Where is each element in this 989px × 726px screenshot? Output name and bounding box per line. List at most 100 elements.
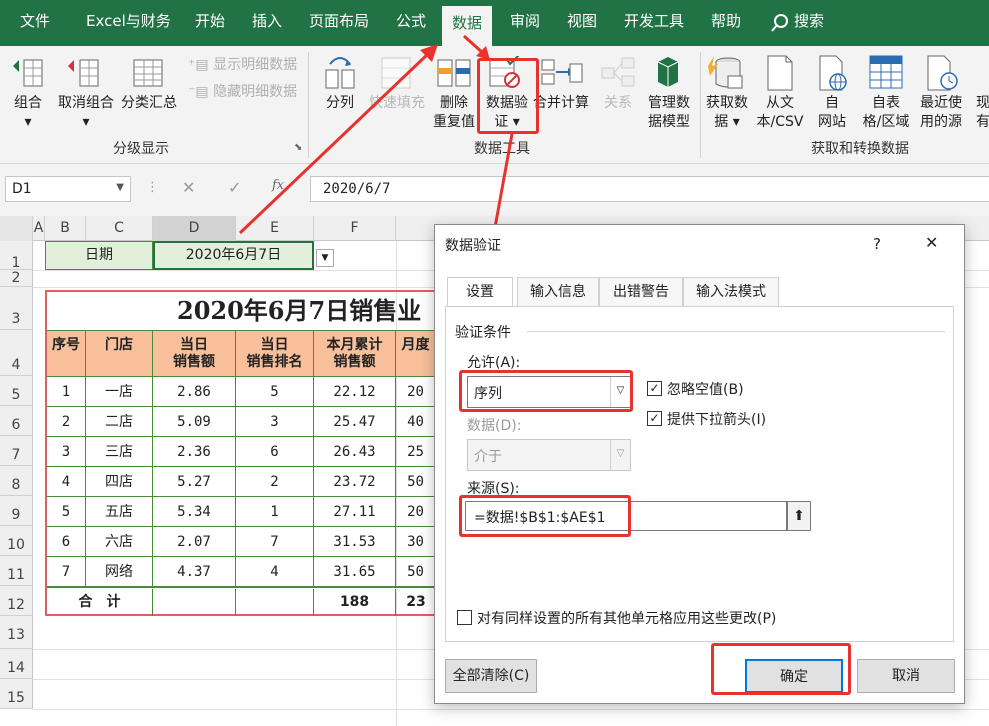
table-cell[interactable]: 25 [396, 436, 436, 466]
column-header-f[interactable]: F [314, 216, 396, 241]
header-cell[interactable]: 月度 [396, 330, 436, 376]
row-header[interactable]: 9 [0, 496, 33, 526]
tab-file[interactable]: 文件 [20, 10, 50, 31]
table-cell[interactable]: 2 [236, 466, 314, 496]
table-cell[interactable]: 26.43 [314, 436, 396, 466]
tab-developer[interactable]: 开发工具 [624, 10, 684, 31]
row-header[interactable]: 14 [0, 649, 33, 679]
column-header-d[interactable]: D [153, 216, 236, 241]
row-header[interactable]: 6 [0, 406, 33, 436]
table-cell[interactable]: 5.27 [153, 466, 236, 496]
table-cell[interactable]: 1 [236, 496, 314, 526]
table-cell[interactable]: 50 [396, 556, 436, 586]
column-header-b[interactable]: B [45, 216, 86, 241]
dialog-launcher-icon[interactable]: ⬊ [294, 142, 302, 153]
ignore-blank-checkbox[interactable]: ✓ [647, 381, 662, 396]
table-cell[interactable]: 二店 [86, 406, 153, 436]
cancel-button[interactable]: 取消 [857, 659, 955, 693]
table-cell[interactable]: 5 [47, 496, 86, 526]
from-web-button[interactable]: 自网站 [812, 94, 852, 132]
column-header-e[interactable]: E [236, 216, 314, 241]
relationships-button[interactable]: 关系 [598, 94, 638, 113]
tab-view[interactable]: 视图 [567, 10, 597, 31]
cell-dropdown-arrow[interactable]: ▼ [316, 249, 334, 267]
table-cell[interactable]: 五店 [86, 496, 153, 526]
row-header[interactable]: 4 [0, 330, 33, 376]
search-icon[interactable] [769, 12, 791, 34]
row-header[interactable]: 7 [0, 436, 33, 466]
drag-handle[interactable]: ⋮ [146, 180, 159, 195]
cancel-icon[interactable]: ✕ [182, 178, 195, 197]
tab-excel-finance[interactable]: Excel与财务 [86, 10, 171, 31]
existing-connections-button[interactable]: 现有 [976, 94, 989, 132]
header-cell[interactable]: 序号 [47, 330, 86, 376]
table-cell[interactable]: 1 [47, 376, 86, 406]
row-header[interactable]: 12 [0, 586, 33, 616]
select-all-corner[interactable] [0, 216, 33, 241]
table-cell[interactable]: 22.12 [314, 376, 396, 406]
row-header[interactable]: 11 [0, 556, 33, 586]
text-to-columns-button[interactable]: 分列 [316, 94, 364, 113]
remove-duplicates-button[interactable]: 删除 重复值 [428, 94, 480, 132]
tab-ime-mode[interactable]: 输入法模式 [683, 277, 779, 306]
row-header[interactable]: 8 [0, 466, 33, 496]
table-cell[interactable]: 25.47 [314, 406, 396, 436]
table-cell[interactable]: 2.36 [153, 436, 236, 466]
date-value-cell[interactable]: 2020年6月7日 [153, 241, 314, 270]
clear-all-button[interactable]: 全部清除(C) [445, 659, 537, 693]
row-header[interactable]: 1 [0, 241, 33, 271]
row-header[interactable]: 2 [0, 270, 33, 287]
table-cell[interactable]: 2.07 [153, 526, 236, 556]
tab-settings[interactable]: 设置 [447, 277, 513, 307]
formula-input[interactable]: 2020/6/7 [310, 176, 989, 202]
insert-function-icon[interactable]: fx [272, 178, 284, 193]
show-detail-item[interactable]: ⁺▤ 显示明细数据 [188, 54, 297, 74]
group-button[interactable]: 组合 ▾ [10, 94, 46, 132]
name-box[interactable]: D1 ▼ [5, 176, 131, 202]
tab-insert[interactable]: 插入 [252, 10, 282, 31]
header-cell[interactable]: 门店 [86, 330, 153, 376]
table-cell[interactable]: 20 [396, 376, 436, 406]
total-cell[interactable] [236, 589, 314, 616]
in-cell-dropdown-checkbox[interactable]: ✓ [647, 411, 662, 426]
total-monthly-target-cell[interactable]: 23 [396, 589, 436, 616]
tab-input-message[interactable]: 输入信息 [517, 277, 599, 306]
table-cell[interactable]: 4.37 [153, 556, 236, 586]
from-text-csv-button[interactable]: 从文 本/CSV [752, 94, 808, 132]
hide-detail-item[interactable]: ⁻▤ 隐藏明细数据 [188, 81, 297, 101]
table-cell[interactable]: 2.86 [153, 376, 236, 406]
table-cell[interactable]: 三店 [86, 436, 153, 466]
table-cell[interactable]: 40 [396, 406, 436, 436]
table-cell[interactable]: 7 [236, 526, 314, 556]
tab-review[interactable]: 审阅 [510, 10, 540, 31]
tab-page-layout[interactable]: 页面布局 [309, 10, 369, 31]
flash-fill-button[interactable]: 快速填充 [366, 94, 428, 113]
row-header[interactable]: 15 [0, 679, 33, 709]
table-cell[interactable]: 3 [47, 436, 86, 466]
tab-data[interactable]: 数据 [442, 6, 493, 46]
apply-all-checkbox[interactable] [457, 610, 472, 625]
table-cell[interactable]: 20 [396, 496, 436, 526]
table-cell[interactable]: 5.09 [153, 406, 236, 436]
table-cell[interactable]: 3 [236, 406, 314, 436]
column-header-c[interactable]: C [86, 216, 153, 241]
row-header[interactable]: 3 [0, 287, 33, 330]
table-cell[interactable]: 6 [236, 436, 314, 466]
table-cell[interactable]: 四店 [86, 466, 153, 496]
total-label-cell[interactable]: 合 计 [47, 589, 153, 616]
table-cell[interactable]: 4 [47, 466, 86, 496]
table-cell[interactable]: 5.34 [153, 496, 236, 526]
column-header-a[interactable]: A [33, 216, 45, 241]
row-header[interactable]: 13 [0, 616, 33, 649]
table-cell[interactable]: 4 [236, 556, 314, 586]
table-cell[interactable]: 27.11 [314, 496, 396, 526]
table-cell[interactable]: 23.72 [314, 466, 396, 496]
table-cell[interactable]: 六店 [86, 526, 153, 556]
total-monthly-sales-cell[interactable]: 188 [314, 589, 396, 616]
tab-help[interactable]: 帮助 [711, 10, 741, 31]
table-cell[interactable]: 31.65 [314, 556, 396, 586]
table-cell[interactable]: 50 [396, 466, 436, 496]
table-cell[interactable]: 6 [47, 526, 86, 556]
tab-formulas[interactable]: 公式 [396, 10, 426, 31]
table-cell[interactable]: 2 [47, 406, 86, 436]
